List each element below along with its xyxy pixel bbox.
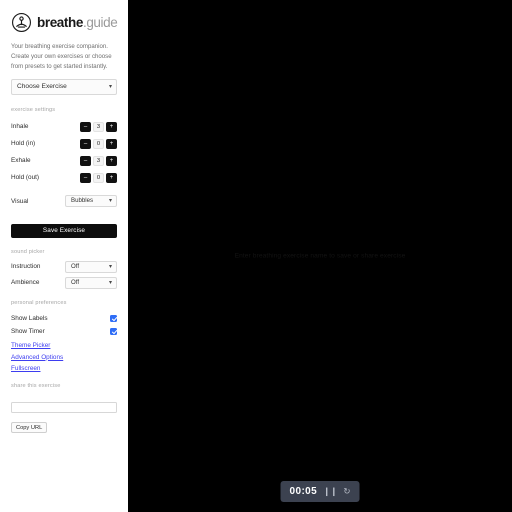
preference-row-show-timer: Show Timer (11, 325, 117, 338)
inhale-increment-button[interactable]: + (106, 121, 117, 132)
inhale-decrement-button[interactable]: – (80, 121, 91, 132)
share-url-input[interactable] (11, 401, 117, 413)
hold-in-increment-button[interactable]: + (106, 138, 117, 149)
visual-select-wrapper[interactable]: Bubbles ▾ (65, 195, 117, 208)
sound-row-instruction: Instruction Off ▾ (11, 260, 117, 273)
setting-row-hold-in: Hold (in) – 0 + (11, 136, 117, 151)
visual-setting-row: Visual Bubbles ▾ (11, 195, 117, 208)
hold-in-stepper: – 0 + (80, 138, 117, 149)
exhale-decrement-button[interactable]: – (80, 155, 91, 166)
setting-label: Inhale (11, 123, 29, 131)
timer-readout: 00:05 (289, 486, 318, 497)
inhale-value: 3 (93, 121, 104, 132)
personal-preferences-label: personal preferences (11, 299, 67, 306)
exercise-select[interactable]: Choose Exercise (11, 79, 117, 96)
brand-name-primary: breathe (37, 14, 83, 30)
brand-name-secondary: .guide (82, 14, 118, 30)
show-labels-label: Show Labels (11, 314, 48, 322)
inhale-stepper: – 3 + (80, 121, 117, 132)
stage-hint-text: Enter breathing exercise name to save or… (234, 252, 406, 260)
hold-in-decrement-button[interactable]: – (80, 138, 91, 149)
instruction-select[interactable]: Off (65, 260, 117, 273)
theme-picker-link[interactable]: Theme Picker (11, 342, 117, 349)
instruction-select-wrapper[interactable]: Off ▾ (65, 260, 117, 273)
save-exercise-button[interactable]: Save Exercise (11, 223, 117, 238)
instruction-label: Instruction (11, 263, 41, 271)
setting-row-inhale: Inhale – 3 + (11, 119, 117, 134)
ambience-select-wrapper[interactable]: Off ▾ (65, 276, 117, 289)
breathing-figure-circle-icon (11, 12, 32, 33)
hold-out-value: 0 (93, 172, 104, 183)
setting-row-hold-out: Hold (out) – 0 + (11, 170, 117, 185)
show-timer-checkbox[interactable] (110, 327, 117, 335)
app-tagline: Your breathing exercise companion. Creat… (11, 43, 112, 71)
brand-header: breathe.guide (11, 12, 118, 33)
hold-out-decrement-button[interactable]: – (80, 172, 91, 183)
preference-row-show-labels: Show Labels (11, 312, 117, 325)
breathing-stage[interactable]: Enter breathing exercise name to save or… (128, 0, 512, 512)
ambience-select[interactable]: Off (65, 276, 117, 289)
show-labels-checkbox[interactable] (110, 314, 117, 322)
sound-picker-label: sound picker (11, 248, 45, 255)
visual-label: Visual (11, 197, 29, 205)
fullscreen-link[interactable]: Fullscreen (11, 365, 117, 372)
settings-sidebar: breathe.guide Your breathing exercise co… (0, 0, 128, 512)
exercise-select-wrapper[interactable]: Choose Exercise ▾ (11, 79, 117, 96)
exhale-increment-button[interactable]: + (106, 155, 117, 166)
reset-icon[interactable]: ↻ (343, 487, 350, 496)
copy-url-button[interactable]: Copy URL (11, 422, 48, 434)
advanced-options-link[interactable]: Advanced Options (11, 354, 117, 361)
pause-icon[interactable]: ❙❙ (323, 487, 337, 496)
ambience-label: Ambience (11, 279, 40, 287)
hold-out-increment-button[interactable]: + (106, 172, 117, 183)
setting-row-exhale: Exhale – 3 + (11, 153, 117, 168)
exercise-settings-label: exercise settings (11, 107, 56, 114)
hold-out-stepper: – 0 + (80, 172, 117, 183)
show-timer-label: Show Timer (11, 327, 45, 335)
sound-row-ambience: Ambience Off ▾ (11, 276, 117, 289)
setting-label: Hold (in) (11, 140, 36, 148)
share-section-label: share this exercise (11, 383, 61, 390)
app-root: breathe.guide Your breathing exercise co… (0, 0, 512, 512)
exhale-value: 3 (93, 155, 104, 166)
visual-select[interactable]: Bubbles (65, 195, 117, 208)
hold-in-value: 0 (93, 138, 104, 149)
setting-label: Hold (out) (11, 174, 40, 182)
brand-wordmark: breathe.guide (37, 14, 118, 30)
exhale-stepper: – 3 + (80, 155, 117, 166)
timer-control-bar: 00:05 ❙❙ ↻ (280, 481, 360, 502)
setting-label: Exhale (11, 157, 31, 165)
